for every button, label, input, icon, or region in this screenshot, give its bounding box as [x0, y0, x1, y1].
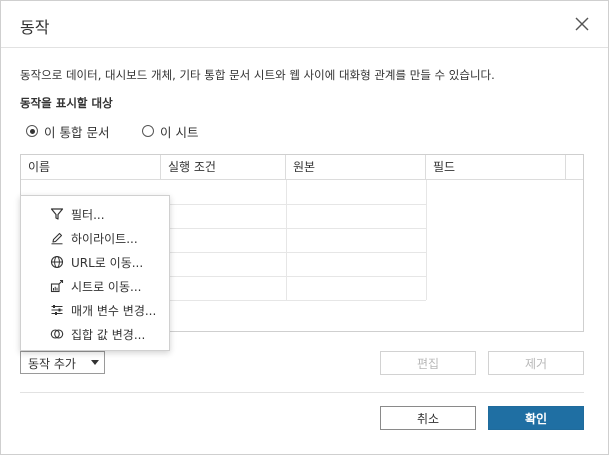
add-action-label: 동작 추가 [28, 357, 76, 371]
cancel-button[interactable]: 취소 [380, 406, 476, 430]
radio-circle[interactable] [142, 125, 154, 137]
header-scroll-corner [566, 155, 583, 179]
add-action-menu: 필터... 하이라이트... URL로 이동... 시트로 이동... 매개 변… [20, 195, 170, 351]
radio-this-workbook[interactable]: 이 통합 문서 [26, 123, 110, 140]
column-header-source[interactable]: 원본 [286, 155, 426, 179]
edit-button[interactable]: 편집 [380, 351, 476, 375]
dialog-title: 동작 [20, 18, 50, 37]
menu-item-go-to-url[interactable]: URL로 이동... [21, 250, 169, 274]
remove-button[interactable]: 제거 [488, 351, 584, 375]
menu-item-change-parameter[interactable]: 매개 변수 변경... [21, 298, 169, 322]
column-header-name[interactable]: 이름 [21, 155, 161, 179]
set-icon [50, 329, 64, 339]
menu-item-label: 매개 변수 변경... [71, 304, 157, 318]
dropdown-arrow-icon [91, 360, 99, 365]
table-header: 이름 실행 조건 원본 필드 [21, 155, 583, 180]
go-to-sheet-icon [50, 279, 64, 293]
menu-item-change-set-values[interactable]: 집합 값 변경... [21, 322, 169, 346]
close-icon[interactable] [573, 15, 591, 33]
column-header-run-on[interactable]: 실행 조건 [161, 155, 286, 179]
scope-section-label: 동작을 표시할 대상 [20, 96, 113, 110]
menu-item-label: 시트로 이동... [71, 280, 142, 294]
radio-this-sheet[interactable]: 이 시트 [142, 123, 199, 140]
column-header-fields[interactable]: 필드 [426, 155, 566, 179]
menu-item-label: URL로 이동... [71, 256, 144, 270]
menu-item-label: 하이라이트... [71, 232, 138, 246]
menu-item-go-to-sheet[interactable]: 시트로 이동... [21, 274, 169, 298]
actions-dialog: 동작 동작으로 데이터, 대시보드 개체, 기타 통합 문서 시트와 웹 사이에… [0, 0, 609, 455]
highlight-pen-icon [51, 232, 63, 245]
ok-button[interactable]: 확인 [488, 406, 584, 430]
globe-icon [50, 255, 64, 269]
footer-divider [20, 392, 584, 393]
menu-item-label: 집합 값 변경... [71, 328, 146, 342]
filter-icon [50, 208, 64, 220]
menu-item-filter[interactable]: 필터... [21, 202, 169, 226]
menu-item-label: 필터... [71, 208, 105, 222]
add-action-button[interactable]: 동작 추가 [20, 351, 105, 374]
dialog-description: 동작으로 데이터, 대시보드 개체, 기타 통합 문서 시트와 웹 사이에 대화… [20, 68, 495, 82]
menu-item-highlight[interactable]: 하이라이트... [21, 226, 169, 250]
column-divider [286, 180, 287, 300]
column-divider [426, 180, 427, 300]
radio-label: 이 시트 [160, 124, 199, 140]
radio-circle-selected[interactable] [26, 125, 38, 137]
parameter-icon [51, 305, 63, 315]
dialog-titlebar: 동작 [1, 1, 608, 48]
radio-label: 이 통합 문서 [44, 124, 110, 140]
